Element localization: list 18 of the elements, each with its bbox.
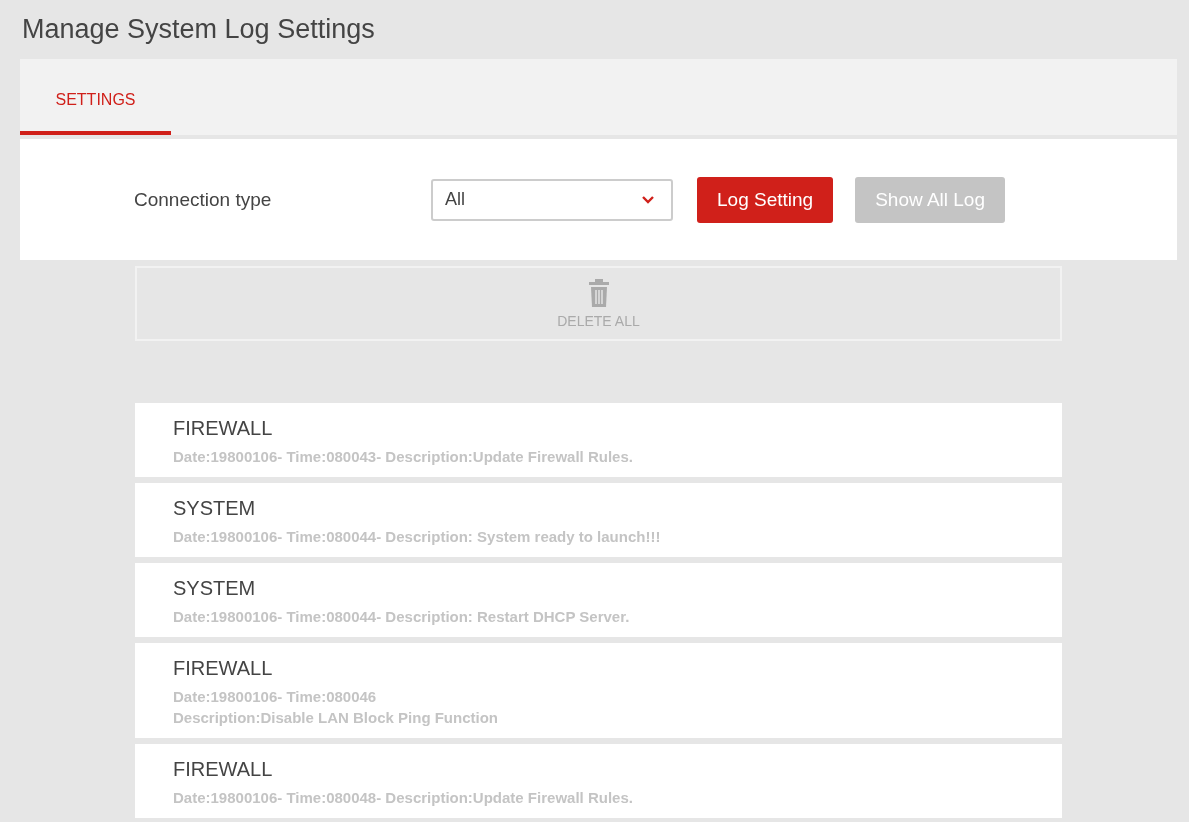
log-category: FIREWALL	[173, 758, 274, 781]
connection-type-label: Connection type	[134, 188, 273, 211]
log-category: FIREWALL	[173, 417, 274, 440]
log-details: Date:19800106- Time:080044- Description: Restart DHCP Server.	[173, 607, 631, 627]
page-title: Manage System Log Settings	[21, 13, 376, 46]
connection-type-select[interactable]: All	[431, 178, 673, 221]
log-details: Date:19800106- Time:080046	[173, 687, 378, 707]
log-category: SYSTEM	[173, 497, 257, 520]
log-category: SYSTEM	[173, 577, 257, 600]
settings-tab[interactable]: SETTINGS	[20, 91, 171, 135]
trash-icon	[587, 278, 610, 307]
log-details: Date:19800106- Time:080048- Description:Update Firewall Rules.	[173, 788, 634, 808]
log-setting-button[interactable]: Log Setting	[697, 176, 834, 223]
log-category: FIREWALL	[173, 657, 274, 680]
log-details: Date:19800106- Time:080044- Description: System ready to launch!!!	[173, 527, 662, 547]
log-details: Description:Disable LAN Block Ping Function	[173, 708, 500, 728]
chevron-down-icon	[641, 195, 655, 204]
log-details: Date:19800106- Time:080043- Description:Update Firewall Rules.	[173, 447, 634, 467]
